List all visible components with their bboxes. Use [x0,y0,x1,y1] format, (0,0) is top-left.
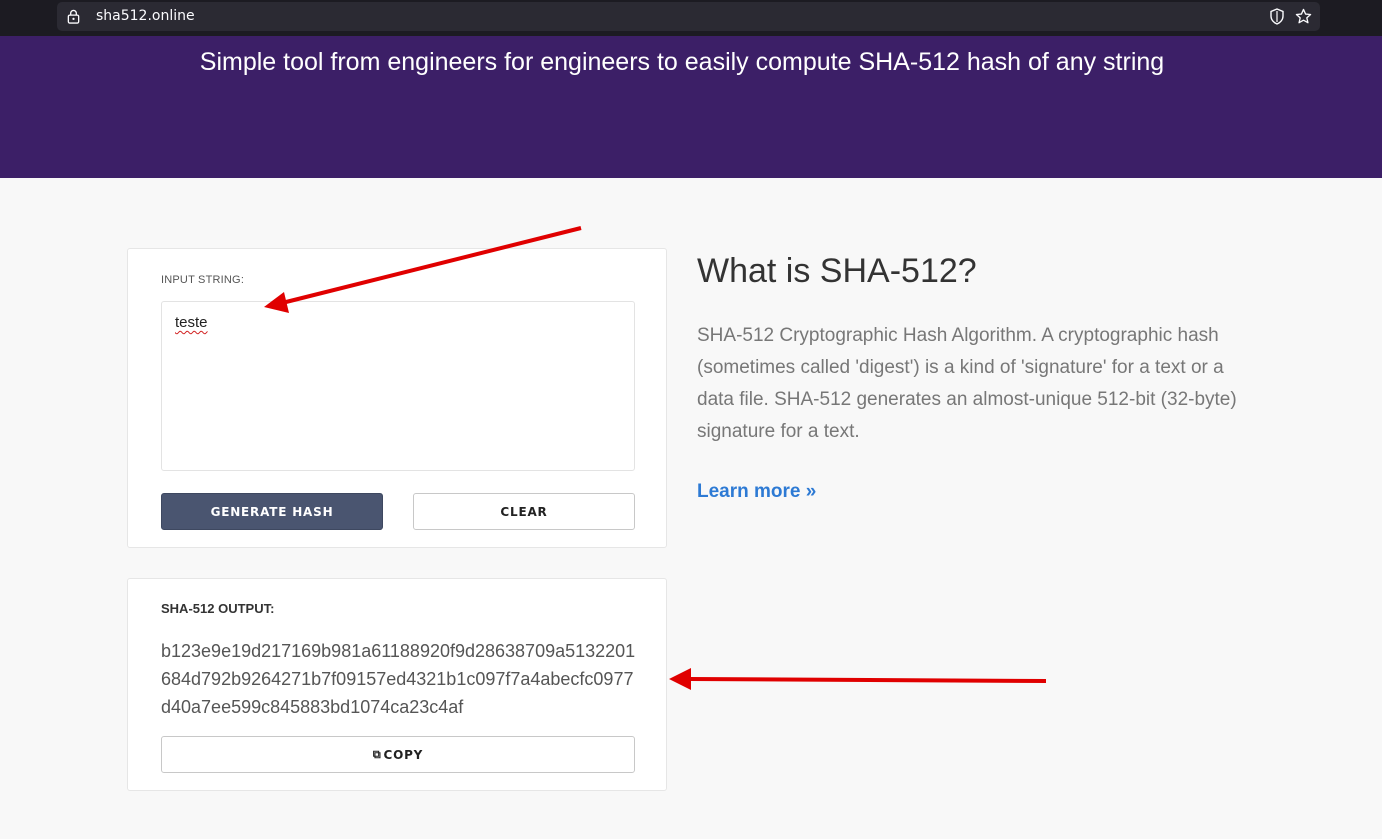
shield-icon[interactable] [1269,8,1285,25]
address-bar[interactable]: sha512.online [57,2,1320,31]
output-card: SHA-512 OUTPUT: b123e9e19d217169b981a611… [127,578,667,791]
generate-hash-button[interactable]: GENERATE HASH [161,493,383,530]
copy-icon: ⧉ [372,747,382,761]
star-icon[interactable] [1295,8,1312,25]
input-card: INPUT STRING: teste GENERATE HASH CLEAR [127,248,667,548]
input-string-textarea[interactable]: teste [161,301,635,471]
output-hash: b123e9e19d217169b981a61188920f9d28638709… [161,641,636,717]
copy-button[interactable]: ⧉ COPY [161,736,635,773]
lock-icon[interactable] [66,9,81,24]
clear-button[interactable]: CLEAR [413,493,635,530]
hero-tagline: Simple tool from engineers for engineers… [199,48,1165,76]
info-title: What is SHA-512? [697,252,977,290]
browser-toolbar: sha512.online [0,0,1382,36]
learn-more-link[interactable]: Learn more » [697,481,816,503]
annotation-arrow-output [669,668,1047,690]
copy-label: COPY [383,747,424,762]
url-text[interactable]: sha512.online [96,8,195,24]
input-value[interactable]: teste [175,314,208,331]
input-label: INPUT STRING: [161,274,245,286]
info-body: SHA-512 Cryptographic Hash Algorithm. A … [697,325,1237,442]
hero-banner: Simple tool from engineers for engineers… [0,36,1382,178]
output-label: SHA-512 OUTPUT: [161,601,275,616]
